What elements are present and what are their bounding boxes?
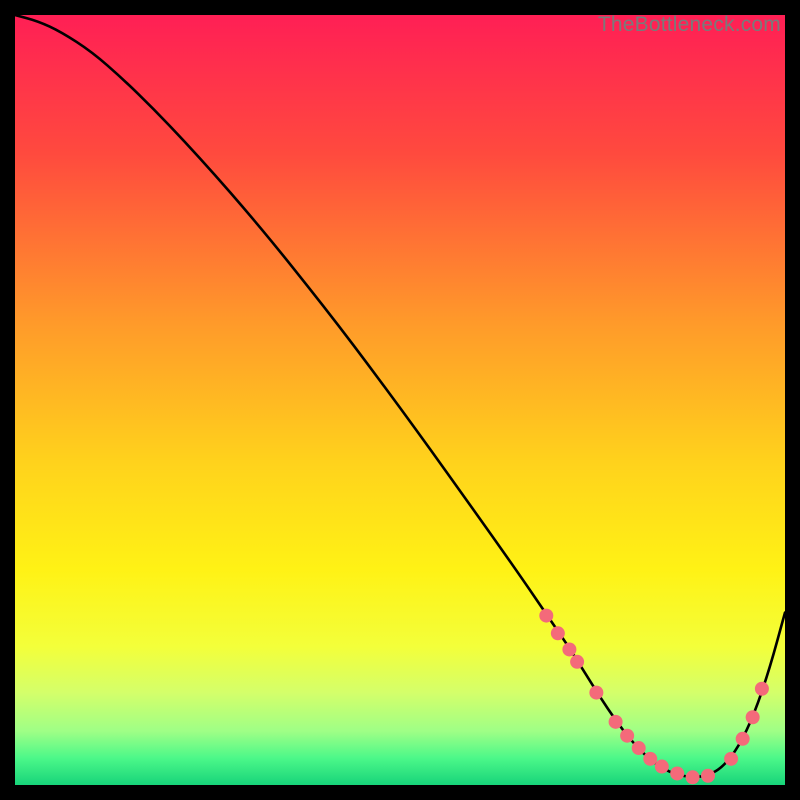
highlight-dot <box>755 682 769 696</box>
highlight-dot <box>620 729 634 743</box>
highlight-dot <box>589 686 603 700</box>
highlight-dot <box>643 752 657 766</box>
highlight-dot <box>551 626 565 640</box>
highlight-dot <box>686 770 700 784</box>
highlight-dot <box>562 642 576 656</box>
gradient-background <box>15 15 785 785</box>
highlight-dot <box>724 752 738 766</box>
chart-frame: TheBottleneck.com <box>15 15 785 785</box>
highlight-dot <box>746 710 760 724</box>
highlight-dot <box>655 760 669 774</box>
highlight-dot <box>570 655 584 669</box>
highlight-dot <box>736 732 750 746</box>
highlight-dot <box>670 766 684 780</box>
bottleneck-chart <box>15 15 785 785</box>
highlight-dot <box>539 609 553 623</box>
highlight-dot <box>701 769 715 783</box>
highlight-dot <box>609 715 623 729</box>
watermark-text: TheBottleneck.com <box>598 13 781 37</box>
highlight-dot <box>632 741 646 755</box>
